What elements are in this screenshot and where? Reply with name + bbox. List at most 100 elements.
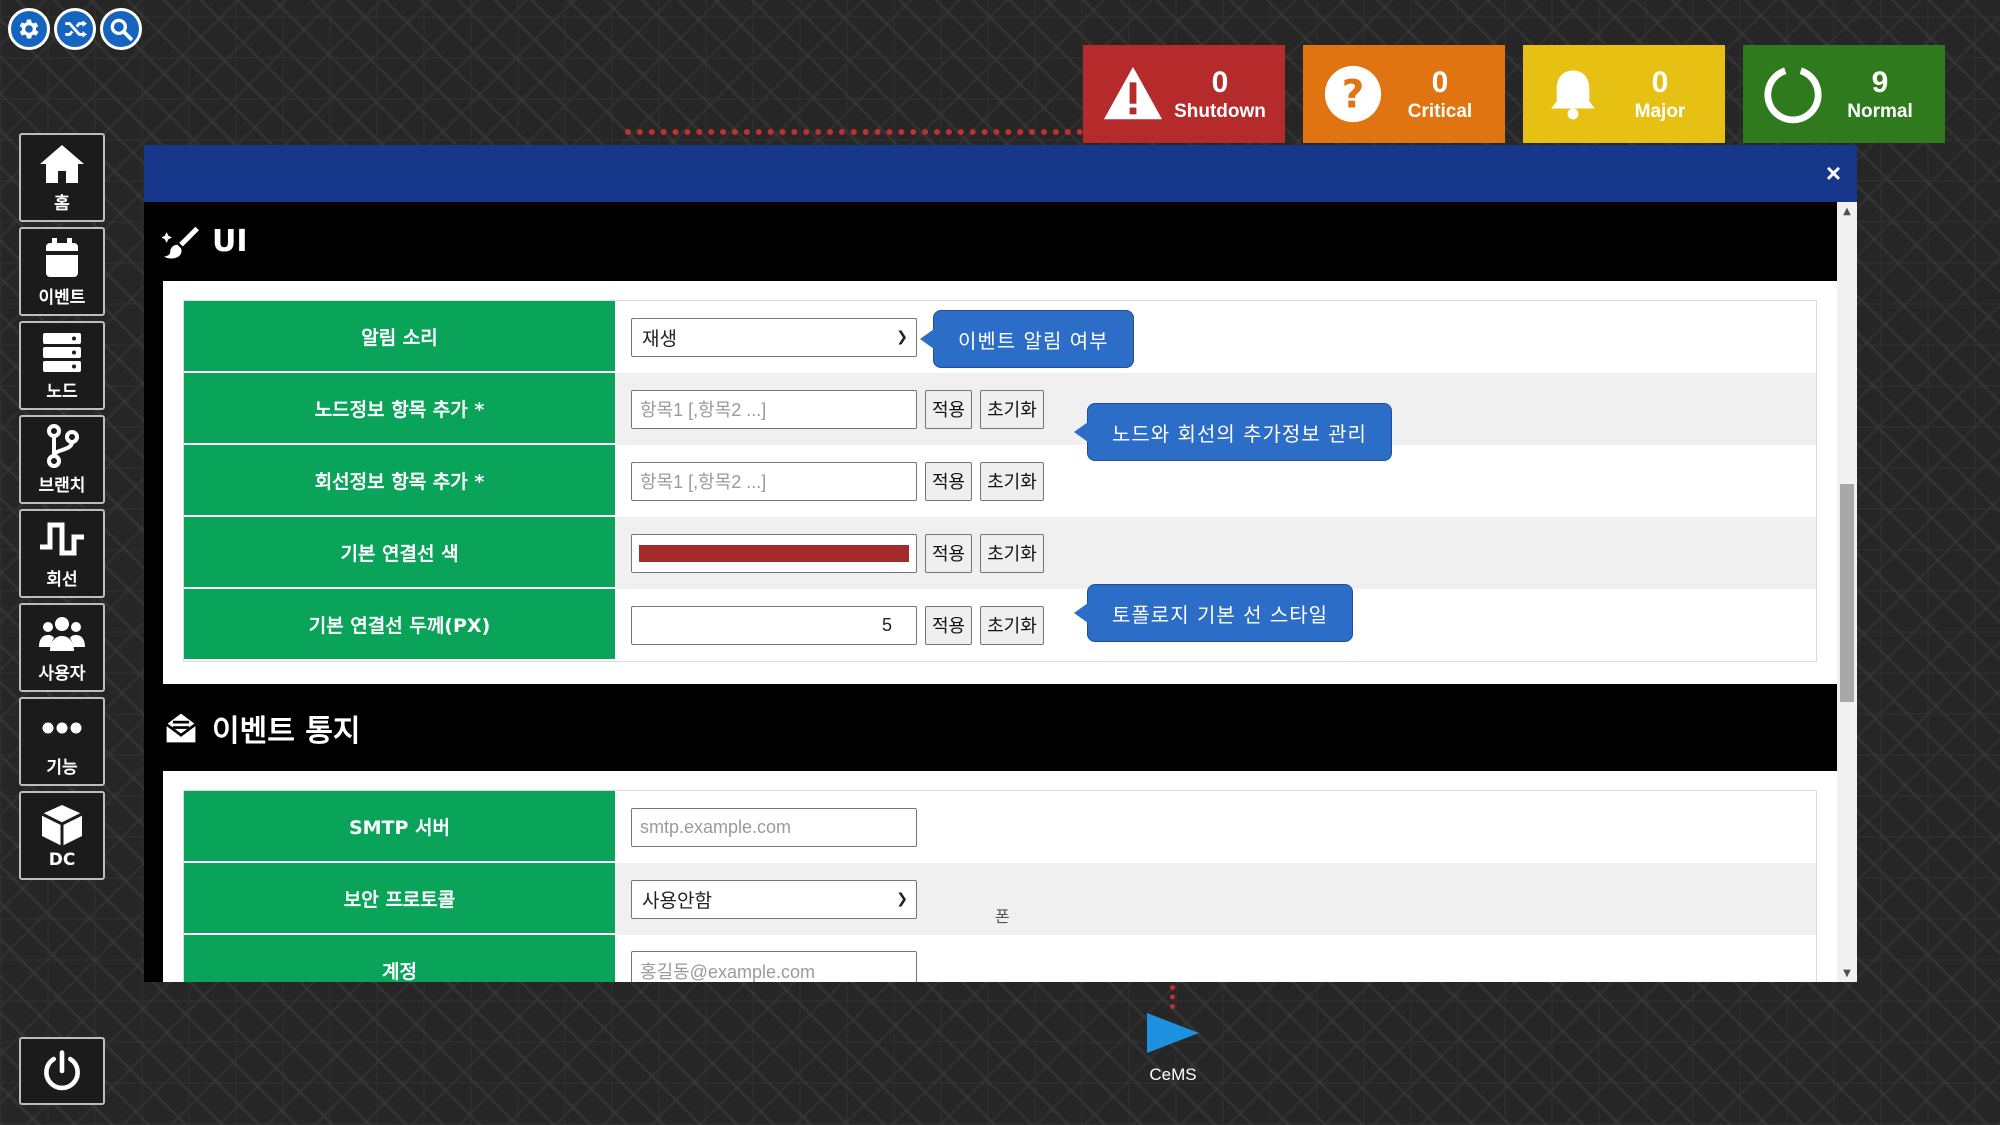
scroll-up-arrow-icon[interactable]: ▲ [1837, 202, 1857, 220]
question-icon: ? [1319, 60, 1387, 128]
cems-node[interactable]: CeMS [1143, 1009, 1203, 1085]
row-label: 기본 연결선 두께(PX) [184, 589, 615, 661]
shuffle-button[interactable] [54, 8, 96, 50]
sidebar-item-features[interactable]: 기능 [19, 697, 105, 786]
reset-button[interactable]: 초기화 [980, 389, 1044, 429]
row-value: 사용안함 ❯ [615, 863, 1816, 935]
settings-button[interactable] [8, 8, 50, 50]
chevron-down-icon: ❯ [896, 329, 908, 345]
sidebar-item-label: 회선 [46, 570, 78, 590]
svg-text:?: ? [1342, 73, 1364, 118]
reset-button[interactable]: 초기화 [980, 605, 1044, 645]
table-row: 노드정보 항목 추가 * 항목1 [,항목2 ...] 적용 초기화 [184, 373, 1816, 445]
row-label: 기본 연결선 색 [184, 517, 615, 589]
table-row: SMTP 서버 smtp.example.com [184, 791, 1816, 863]
search-button[interactable] [100, 8, 142, 50]
critical-status-card[interactable]: ? 0 Critical [1303, 45, 1505, 143]
ui-section-title-text: UI [212, 224, 248, 259]
row-value: 재생 ❯ 이벤트 알림 여부 [615, 301, 1816, 373]
gear-icon [19, 19, 39, 39]
signal-line-icon [40, 522, 84, 556]
sidebar-item-home[interactable]: 홈 [19, 133, 105, 222]
row-value: 5 적용 초기화 토폴로지 기본 선 스타일 [615, 584, 1816, 661]
power-button[interactable] [19, 1037, 105, 1105]
shutdown-count: 0 [1211, 66, 1229, 99]
search-icon [110, 18, 133, 41]
branch-icon [47, 424, 79, 468]
play-triangle-icon [1147, 1013, 1199, 1053]
sidebar-item-node[interactable]: 노드 [19, 321, 105, 410]
alert-sound-select[interactable]: 재생 ❯ [631, 317, 917, 357]
sidebar-item-dc[interactable]: DC [19, 791, 105, 880]
modal-scrollbar[interactable]: ▲ ▼ [1837, 202, 1857, 982]
server-icon [43, 333, 81, 372]
sidebar-item-label: 노드 [46, 382, 78, 402]
critical-label: Critical [1407, 101, 1473, 122]
normal-status-card[interactable]: 9 Normal [1743, 45, 1945, 143]
sidebar-item-branch[interactable]: 브랜치 [19, 415, 105, 504]
more-icon [42, 722, 82, 734]
scroll-thumb[interactable] [1840, 484, 1854, 702]
select-value: 사용안함 [642, 889, 712, 912]
table-row: 회선정보 항목 추가 * 항목1 [,항목2 ...] 적용 초기화 노드와 회… [184, 403, 1816, 517]
link-line [625, 129, 1083, 135]
node-info-fields-input[interactable]: 항목1 [,항목2 ...] [631, 389, 917, 429]
sidebar-item-label: 기능 [46, 758, 78, 778]
sidebar-item-line[interactable]: 회선 [19, 509, 105, 598]
modal-body: UI 알림 소리 재생 ❯ 이벤트 알림 여부 노드정보 항목 추가 * 항목1… [144, 202, 1837, 982]
scroll-down-arrow-icon[interactable]: ▼ [1837, 964, 1857, 982]
event-settings-table: SMTP 서버 smtp.example.com 보안 프로토콜 사용안함 ❯ [183, 790, 1817, 982]
security-protocol-select[interactable]: 사용안함 ❯ [631, 879, 917, 919]
sidebar: 홈 이벤트 노드 브랜치 회선 사용자 기능 DC [19, 133, 105, 880]
shutdown-status-card[interactable]: 0 Shutdown [1083, 45, 1285, 143]
reset-button[interactable]: 초기화 [980, 533, 1044, 573]
envelope-open-icon [165, 713, 197, 742]
bell-icon [1539, 60, 1607, 128]
apply-button[interactable]: 적용 [925, 461, 973, 501]
row-value: 항목1 [,항목2 ...] 적용 초기화 노드와 회선의 추가정보 관리 [615, 403, 1816, 517]
ui-settings-table: 알림 소리 재생 ❯ 이벤트 알림 여부 노드정보 항목 추가 * 항목1 [,… [183, 300, 1817, 662]
row-label: 노드정보 항목 추가 * [184, 373, 615, 445]
row-value: 홍길동@example.com [615, 935, 1816, 982]
sidebar-item-label: 이벤트 [38, 288, 86, 308]
paint-brush-icon [162, 226, 199, 259]
ui-settings-panel: 알림 소리 재생 ❯ 이벤트 알림 여부 노드정보 항목 추가 * 항목1 [,… [163, 281, 1837, 684]
sidebar-item-label: 브랜치 [38, 476, 86, 496]
sidebar-item-label: 사용자 [38, 664, 86, 684]
table-row: 계정 홍길동@example.com [184, 935, 1816, 982]
account-input[interactable]: 홍길동@example.com [631, 951, 917, 982]
table-row: 기본 연결선 두께(PX) 5 적용 초기화 토폴로지 기본 선 스타일 [184, 584, 1816, 661]
color-fill [639, 544, 909, 562]
normal-count: 9 [1871, 66, 1889, 99]
major-status-card[interactable]: 0 Major [1523, 45, 1725, 143]
event-section-title: 이벤트 통지 [144, 684, 1837, 771]
reset-button[interactable]: 초기화 [980, 461, 1044, 501]
tooltip: 노드와 회선의 추가정보 관리 [1074, 403, 1392, 461]
apply-button[interactable]: 적용 [925, 389, 973, 429]
apply-button[interactable]: 적용 [925, 533, 973, 573]
tooltip: 이벤트 알림 여부 [920, 310, 1134, 368]
close-button[interactable]: × [1826, 159, 1841, 187]
major-count: 0 [1651, 66, 1669, 99]
sidebar-item-event[interactable]: 이벤트 [19, 227, 105, 316]
apply-button[interactable]: 적용 [925, 605, 973, 645]
row-label: 알림 소리 [184, 301, 615, 373]
tooltip: 토폴로지 기본 선 스타일 [1073, 584, 1354, 642]
ui-section-title: UI [144, 202, 1837, 281]
critical-count: 0 [1431, 66, 1449, 99]
line-width-input[interactable]: 5 [631, 605, 917, 645]
line-color-picker[interactable] [631, 533, 917, 573]
line-info-fields-input[interactable]: 항목1 [,항목2 ...] [631, 461, 917, 501]
circle-notch-icon [1759, 60, 1827, 128]
event-settings-panel: SMTP 서버 smtp.example.com 보안 프로토콜 사용안함 ❯ [163, 771, 1837, 982]
row-label: SMTP 서버 [184, 791, 615, 863]
event-section-title-text: 이벤트 통지 [212, 713, 361, 749]
calendar-icon [46, 238, 78, 277]
select-value: 재생 [642, 327, 677, 350]
sidebar-item-users[interactable]: 사용자 [19, 603, 105, 692]
power-icon [44, 1050, 80, 1091]
table-row: 알림 소리 재생 ❯ 이벤트 알림 여부 [184, 301, 1816, 373]
smtp-server-input[interactable]: smtp.example.com [631, 807, 917, 847]
shutdown-label: Shutdown [1174, 101, 1266, 122]
row-label: 보안 프로토콜 [184, 863, 615, 935]
